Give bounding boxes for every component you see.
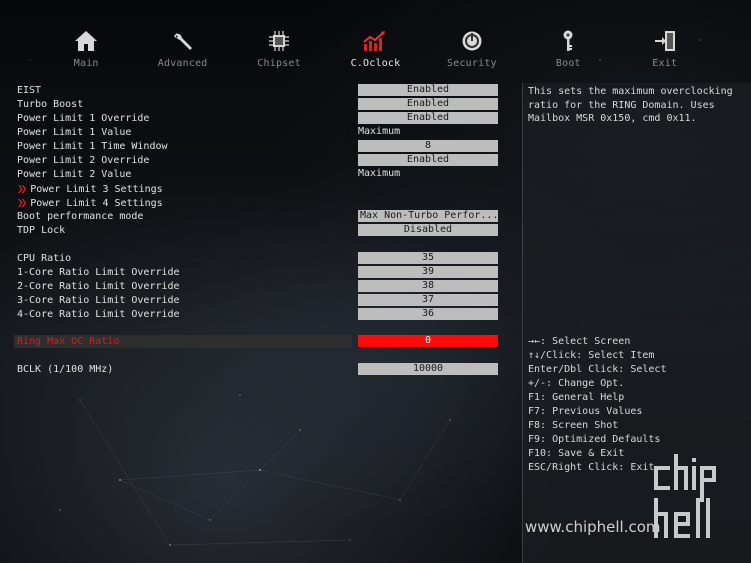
pl2-value-label: Power Limit 2 Value	[17, 169, 132, 180]
chevron-right-icon: ❯❯	[17, 182, 27, 195]
key-hint: F10: Save & Exit	[528, 448, 625, 459]
key-hint: ↑↓/Click: Select Item	[528, 350, 655, 361]
watermark-url: www.chiphell.com	[525, 518, 661, 536]
turbo-boost-label: Turbo Boost	[17, 99, 84, 110]
bclk-label: BCLK (1/100 MHz)	[17, 364, 114, 375]
tab-boot-label: Boot	[555, 58, 581, 69]
core4-ratio-value[interactable]: 36	[358, 308, 498, 320]
ring-max-oc-label: Ring Max OC Ratio	[17, 336, 120, 347]
pl2-override-value[interactable]: Enabled	[358, 154, 498, 166]
tdp-lock-label: TDP Lock	[17, 225, 66, 236]
key-hint: F9: Optimized Defaults	[528, 434, 661, 445]
pl1-override-value[interactable]: Enabled	[358, 112, 498, 124]
shield-power-icon	[424, 30, 520, 52]
tab-exit-label: Exit	[652, 58, 678, 69]
key-hint: F8: Screen Shot	[528, 420, 619, 431]
tab-advanced-label: Advanced	[157, 58, 208, 69]
tab-main[interactable]: Main	[38, 30, 134, 74]
tab-security[interactable]: Security	[424, 30, 520, 74]
pl2-override-label: Power Limit 2 Override	[17, 155, 150, 166]
pl3-settings-link[interactable]: ❯❯ Power Limit 3 Settings	[17, 182, 163, 195]
overclock-chart-icon	[327, 30, 423, 52]
key-hint: ESC/Right Click: Exit	[528, 462, 655, 473]
wrench-icon	[134, 30, 230, 52]
home-icon	[38, 30, 134, 52]
pl1-value-value[interactable]: Maximum	[358, 126, 498, 138]
ring-max-oc-value[interactable]: 0	[358, 335, 498, 347]
tab-main-label: Main	[73, 58, 99, 69]
exit-door-icon	[617, 30, 713, 52]
tab-advanced[interactable]: Advanced	[134, 30, 230, 74]
core3-ratio-value[interactable]: 37	[358, 294, 498, 306]
pl1-time-value[interactable]: 8	[358, 140, 498, 152]
core1-ratio-value[interactable]: 39	[358, 266, 498, 278]
pl4-settings-link[interactable]: ❯❯ Power Limit 4 Settings	[17, 196, 163, 209]
help-description: This sets the maximum overclocking ratio…	[528, 86, 733, 124]
turbo-boost-value[interactable]: Enabled	[358, 98, 498, 110]
core2-ratio-value[interactable]: 38	[358, 280, 498, 292]
eist-label: EIST	[17, 85, 42, 96]
chip-icon	[231, 30, 327, 52]
tab-exit[interactable]: Exit	[617, 30, 713, 74]
key-icon	[520, 30, 616, 52]
pl1-override-label: Power Limit 1 Override	[17, 113, 150, 124]
cpu-ratio-label: CPU Ratio	[17, 253, 72, 264]
pl1-value-label: Power Limit 1 Value	[17, 127, 132, 138]
tab-chipset[interactable]: Chipset	[231, 30, 327, 74]
chevron-right-icon: ❯❯	[17, 196, 27, 209]
eist-value[interactable]: Enabled	[358, 84, 498, 96]
bclk-value[interactable]: 10000	[358, 363, 498, 375]
top-nav: Main Advanced Chipset C.Oclock Security …	[38, 30, 713, 74]
tab-security-label: Security	[447, 58, 497, 69]
pl3-settings-label: Power Limit 3 Settings	[30, 184, 163, 195]
core3-ratio-label: 3-Core Ratio Limit Override	[17, 295, 180, 306]
key-hint: F7: Previous Values	[528, 406, 643, 417]
boot-perf-value[interactable]: Max Non-Turbo Perfor...	[358, 210, 498, 222]
key-hint: Enter/Dbl Click: Select	[528, 364, 667, 375]
key-legend: →←: Select Screen ↑↓/Click: Select Item …	[528, 335, 666, 475]
key-hint: F1: General Help	[528, 392, 625, 403]
boot-perf-label: Boot performance mode	[17, 211, 144, 222]
tab-oclock-label: C.Oclock	[350, 58, 401, 69]
key-hint: +/-: Change Opt.	[528, 378, 625, 389]
core1-ratio-label: 1-Core Ratio Limit Override	[17, 267, 180, 278]
tab-chipset-label: Chipset	[257, 58, 301, 69]
chiphell-watermark-logo	[654, 454, 716, 538]
pl2-value-value[interactable]: Maximum	[358, 168, 498, 180]
cpu-ratio-value[interactable]: 35	[358, 252, 498, 264]
core4-ratio-label: 4-Core Ratio Limit Override	[17, 309, 180, 320]
core2-ratio-label: 2-Core Ratio Limit Override	[17, 281, 180, 292]
tab-boot[interactable]: Boot	[520, 30, 616, 74]
pl1-time-label: Power Limit 1 Time Window	[17, 141, 168, 152]
pl4-settings-label: Power Limit 4 Settings	[30, 198, 163, 209]
tdp-lock-value[interactable]: Disabled	[358, 224, 498, 236]
tab-oclock[interactable]: C.Oclock	[327, 30, 423, 74]
key-hint: →←: Select Screen	[528, 336, 631, 347]
